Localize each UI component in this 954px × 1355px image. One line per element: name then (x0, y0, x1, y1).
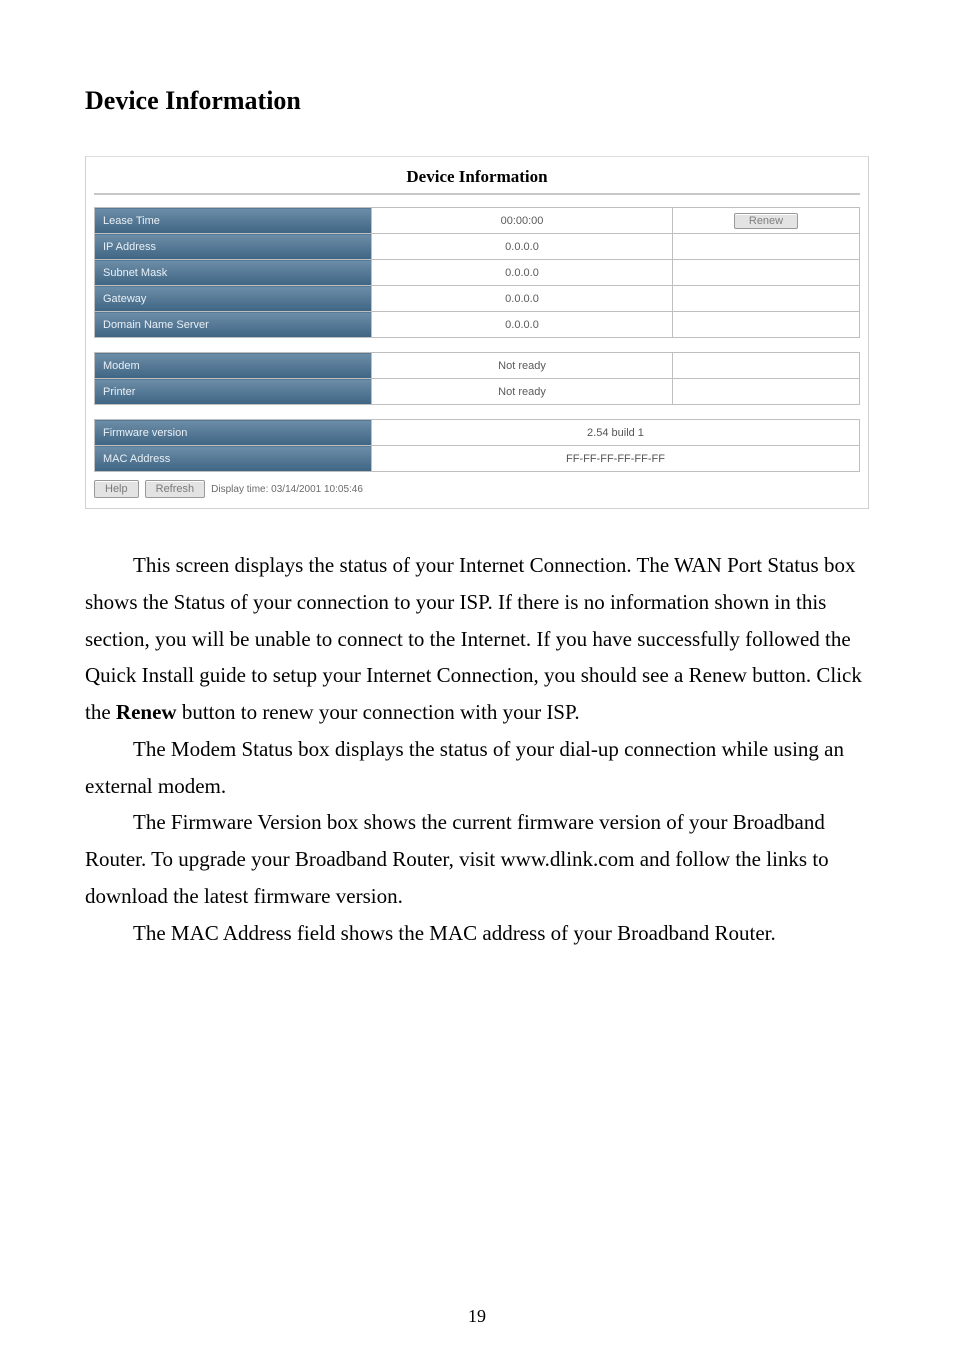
system-info-table: Firmware version 2.54 build 1 MAC Addres… (94, 419, 860, 472)
paragraph: The Modem Status box displays the status… (85, 731, 869, 805)
row-label: IP Address (95, 234, 372, 260)
text: This screen displays the status of your … (85, 553, 862, 724)
row-label: Gateway (95, 286, 372, 312)
wan-status-table: Lease Time 00:00:00 Renew IP Address 0.0… (94, 207, 860, 338)
row-label: Firmware version (95, 420, 372, 446)
paragraph: The Firmware Version box shows the curre… (85, 804, 869, 914)
text: The Modem Status box displays the status… (85, 737, 844, 798)
renew-button[interactable]: Renew (734, 213, 798, 229)
page-heading: Device Information (85, 86, 869, 116)
text: button to renew your connection with you… (177, 700, 580, 724)
display-time-text: Display time: 03/14/2001 10:05:46 (211, 484, 363, 495)
row-action-cell (673, 260, 860, 286)
row-label: Domain Name Server (95, 312, 372, 338)
row-label: MAC Address (95, 446, 372, 472)
row-action-cell (673, 353, 860, 379)
text: The MAC Address field shows the MAC addr… (133, 921, 776, 945)
table-row: Printer Not ready (95, 379, 860, 405)
device-status-table: Modem Not ready Printer Not ready (94, 352, 860, 405)
row-action-cell (673, 379, 860, 405)
row-value: 00:00:00 (372, 208, 673, 234)
body-text: This screen displays the status of your … (85, 547, 869, 951)
row-label: Subnet Mask (95, 260, 372, 286)
help-button[interactable]: Help (94, 480, 139, 498)
refresh-button[interactable]: Refresh (145, 480, 206, 498)
paragraph: The MAC Address field shows the MAC addr… (85, 915, 869, 952)
table-row: Subnet Mask 0.0.0.0 (95, 260, 860, 286)
panel-title: Device Information (94, 163, 860, 195)
row-label: Lease Time (95, 208, 372, 234)
row-value: Not ready (372, 379, 673, 405)
table-row: Modem Not ready (95, 353, 860, 379)
row-label: Modem (95, 353, 372, 379)
row-action-cell (673, 312, 860, 338)
panel-footer: Help Refresh Display time: 03/14/2001 10… (94, 480, 860, 498)
table-row: Firmware version 2.54 build 1 (95, 420, 860, 446)
paragraph: This screen displays the status of your … (85, 547, 869, 731)
row-action-cell: Renew (673, 208, 860, 234)
row-value: 0.0.0.0 (372, 234, 673, 260)
row-value: Not ready (372, 353, 673, 379)
table-row: Domain Name Server 0.0.0.0 (95, 312, 860, 338)
table-row: MAC Address FF-FF-FF-FF-FF-FF (95, 446, 860, 472)
table-row: IP Address 0.0.0.0 (95, 234, 860, 260)
renew-strong: Renew (116, 700, 177, 724)
row-value: 0.0.0.0 (372, 260, 673, 286)
text: The Firmware Version box shows the curre… (85, 810, 829, 908)
row-action-cell (673, 286, 860, 312)
row-value: 0.0.0.0 (372, 286, 673, 312)
row-value: FF-FF-FF-FF-FF-FF (372, 446, 860, 472)
page-number: 19 (0, 1306, 954, 1327)
table-row: Gateway 0.0.0.0 (95, 286, 860, 312)
row-value: 0.0.0.0 (372, 312, 673, 338)
table-row: Lease Time 00:00:00 Renew (95, 208, 860, 234)
row-label: Printer (95, 379, 372, 405)
row-value: 2.54 build 1 (372, 420, 860, 446)
row-action-cell (673, 234, 860, 260)
device-info-screenshot: Device Information Lease Time 00:00:00 R… (85, 156, 869, 509)
